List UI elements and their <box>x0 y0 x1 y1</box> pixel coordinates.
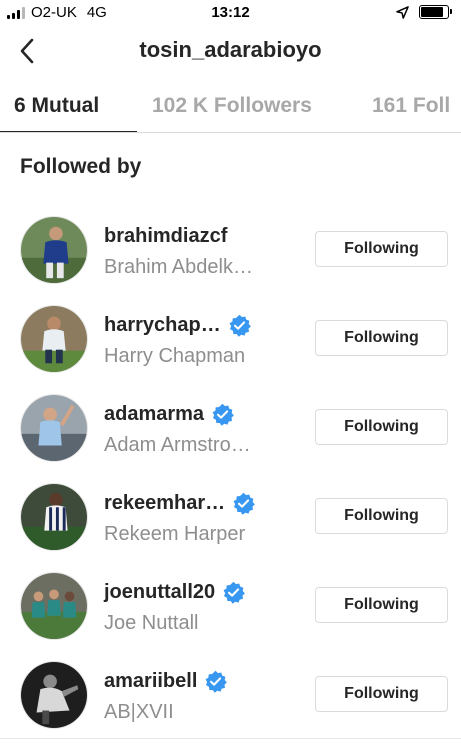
username[interactable]: amariibell <box>104 670 197 693</box>
full-name: Adam Armstro… <box>104 434 251 456</box>
avatar-photo <box>21 573 87 639</box>
avatar-photo <box>21 306 87 372</box>
avatar-photo <box>21 662 87 728</box>
avatar[interactable] <box>20 216 88 284</box>
nav-header: tosin_adarabioyo <box>0 26 461 76</box>
full-name: AB|XVII <box>104 701 174 723</box>
user-row[interactable]: joenuttall20 Joe Nuttall Following <box>0 561 461 650</box>
verified-badge-icon <box>233 492 256 515</box>
username-line: harrychap… <box>104 314 251 337</box>
section-title: Followed by <box>20 155 142 178</box>
username-line: rekeemhar… <box>104 492 256 515</box>
user-row[interactable]: amariibell AB|XVII Following <box>0 650 461 739</box>
username[interactable]: adamarma <box>104 403 204 426</box>
tab-following[interactable]: 161 Foll <box>372 80 450 132</box>
user-row[interactable]: adamarma Adam Armstro… Following <box>0 383 461 472</box>
user-row[interactable]: brahimdiazcf Brahim Abdelk… Following <box>0 205 461 294</box>
username-line: amariibell <box>104 670 228 693</box>
verified-badge-icon <box>212 403 234 426</box>
battery-icon <box>419 5 452 19</box>
active-tab-indicator <box>0 131 137 132</box>
divider <box>0 738 461 739</box>
tab-followers[interactable]: 102 K Followers <box>152 80 312 132</box>
following-button[interactable]: Following <box>315 231 448 267</box>
user-list: brahimdiazcf Brahim Abdelk… Following ha… <box>0 205 461 739</box>
avatar[interactable] <box>20 305 88 373</box>
following-button[interactable]: Following <box>315 320 448 356</box>
avatar[interactable] <box>20 661 88 729</box>
username[interactable]: brahimdiazcf <box>104 225 227 248</box>
tab-mutual[interactable]: 6 Mutual <box>14 80 99 132</box>
following-button[interactable]: Following <box>315 587 448 623</box>
user-row[interactable]: harrychap… Harry Chapman Following <box>0 294 461 383</box>
status-bar: O2-UK 4G 13:12 <box>0 0 461 26</box>
user-row[interactable]: rekeemhar… Rekeem Harper Following <box>0 472 461 561</box>
following-button[interactable]: Following <box>315 409 448 445</box>
avatar[interactable] <box>20 394 88 462</box>
following-button[interactable]: Following <box>315 676 448 712</box>
status-right <box>396 5 452 19</box>
username[interactable]: joenuttall20 <box>104 581 215 604</box>
avatar[interactable] <box>20 572 88 640</box>
location-arrow-icon <box>396 5 409 19</box>
battery-fill <box>421 7 444 17</box>
page-title: tosin_adarabioyo <box>139 37 322 62</box>
full-name: Rekeem Harper <box>104 523 246 545</box>
following-button[interactable]: Following <box>315 498 448 534</box>
tab-bar: 6 Mutual 102 K Followers 161 Foll <box>0 80 461 133</box>
avatar-photo <box>21 484 87 550</box>
status-time: 13:12 <box>211 4 250 21</box>
username-line: brahimdiazcf <box>104 225 227 248</box>
avatar-photo <box>21 395 87 461</box>
username[interactable]: rekeemhar… <box>104 492 225 515</box>
username[interactable]: harrychap… <box>104 314 221 337</box>
username-line: joenuttall20 <box>104 581 246 604</box>
full-name: Joe Nuttall <box>104 612 199 634</box>
verified-badge-icon <box>223 581 246 604</box>
verified-badge-icon <box>229 314 251 337</box>
avatar[interactable] <box>20 483 88 551</box>
screen: O2-UK 4G 13:12 tosin_adarabioyo 6 Mutual… <box>0 0 461 750</box>
full-name: Harry Chapman <box>104 345 246 367</box>
username-line: adamarma <box>104 403 234 426</box>
full-name: Brahim Abdelk… <box>104 256 253 278</box>
avatar-photo <box>21 217 87 283</box>
verified-badge-icon <box>205 670 228 693</box>
